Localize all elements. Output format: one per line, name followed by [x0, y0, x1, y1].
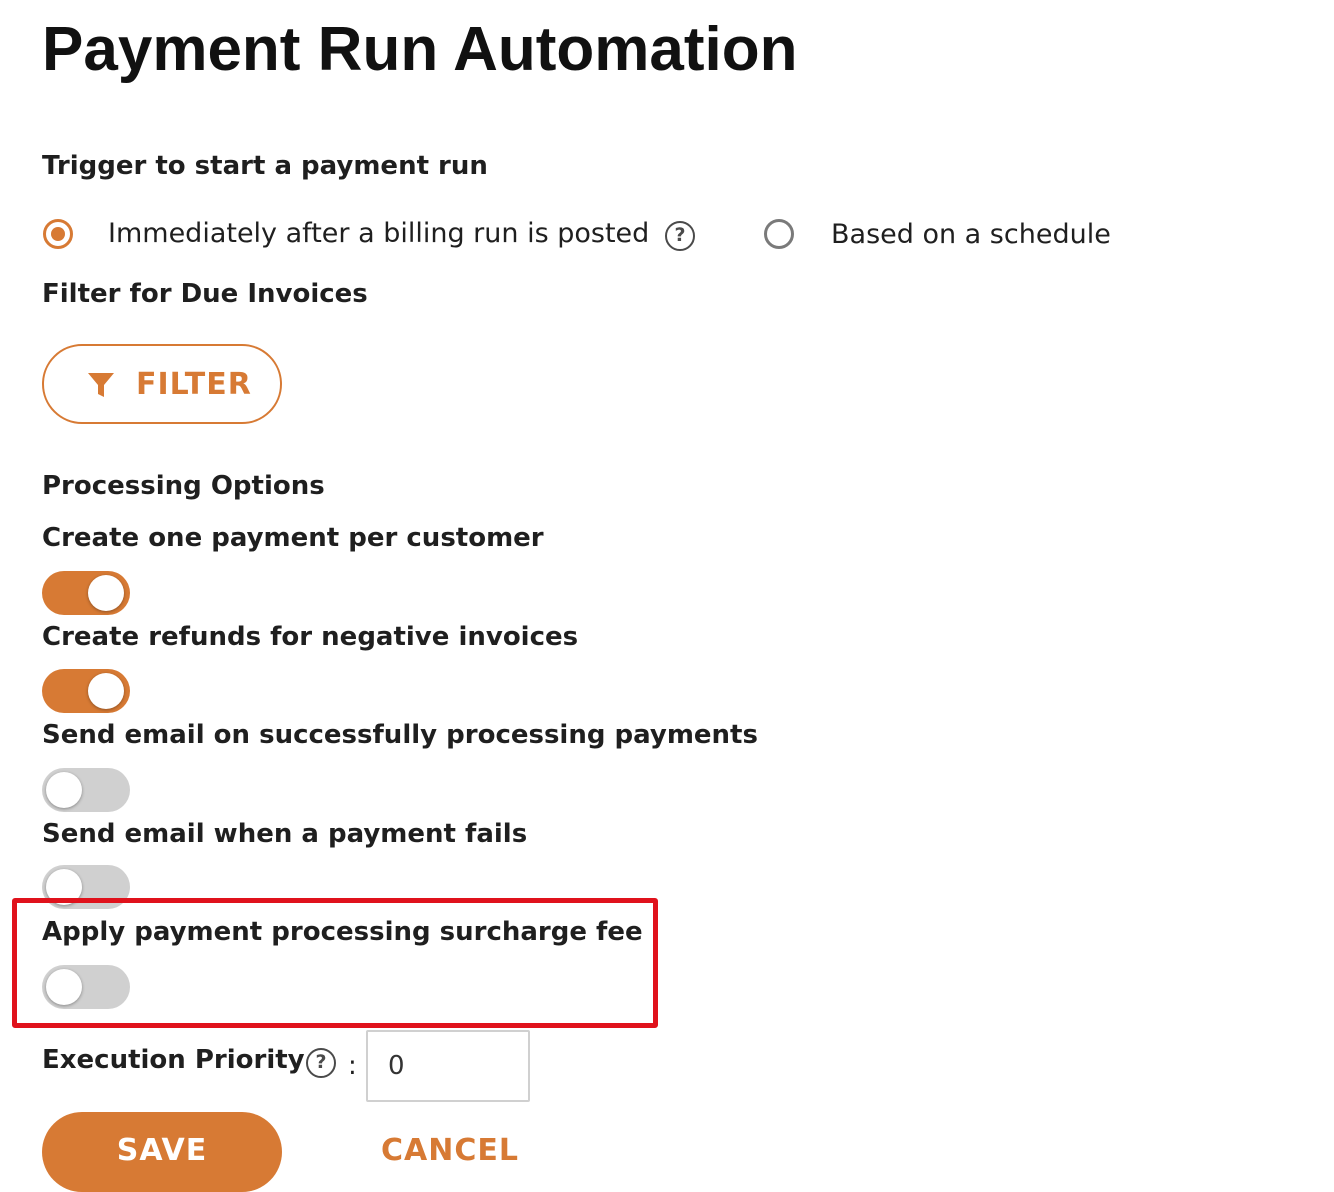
- execution-priority-label: Execution Priority: [42, 1045, 305, 1075]
- toggle-knob: [46, 772, 82, 808]
- toggle-surcharge-fee[interactable]: [42, 965, 130, 1009]
- toggle-refunds-negative-invoices[interactable]: [42, 669, 130, 713]
- filter-button[interactable]: FILTER: [42, 344, 282, 424]
- toggle-one-payment-per-customer[interactable]: [42, 571, 130, 615]
- radio-immediately-after-billing-run[interactable]: [43, 219, 73, 249]
- priority-separator: :: [348, 1051, 357, 1081]
- help-question-icon[interactable]: ?: [665, 221, 695, 251]
- help-question-icon[interactable]: ?: [306, 1048, 336, 1078]
- radio-label-immediately[interactable]: Immediately after a billing run is poste…: [108, 217, 649, 251]
- toggle-knob: [88, 673, 124, 709]
- cancel-button-label: CANCEL: [381, 1133, 519, 1168]
- toggle-knob: [88, 575, 124, 611]
- filter-section-label: Filter for Due Invoices: [42, 279, 368, 309]
- execution-priority-input[interactable]: [366, 1030, 530, 1102]
- option-label-surcharge-fee: Apply payment processing surcharge fee: [42, 917, 643, 947]
- save-button[interactable]: SAVE: [42, 1112, 282, 1192]
- processing-options-label: Processing Options: [42, 471, 325, 501]
- filter-button-label: FILTER: [136, 367, 252, 402]
- radio-label-schedule[interactable]: Based on a schedule: [831, 218, 1111, 252]
- radio-based-on-schedule[interactable]: [764, 219, 794, 249]
- option-label-one-payment-per-customer: Create one payment per customer: [42, 523, 544, 553]
- cancel-button[interactable]: CANCEL: [330, 1112, 570, 1192]
- save-button-label: SAVE: [116, 1133, 208, 1168]
- toggle-knob: [46, 969, 82, 1005]
- trigger-section-label: Trigger to start a payment run: [42, 151, 488, 181]
- radio-selected-dot: [51, 227, 65, 241]
- option-label-email-on-success: Send email on successfully processing pa…: [42, 720, 758, 750]
- filter-funnel-icon: [88, 373, 114, 397]
- page-title: Payment Run Automation: [42, 15, 798, 84]
- option-label-email-on-failure: Send email when a payment fails: [42, 819, 528, 849]
- toggle-email-on-success[interactable]: [42, 768, 130, 812]
- option-label-refunds-negative-invoices: Create refunds for negative invoices: [42, 622, 579, 652]
